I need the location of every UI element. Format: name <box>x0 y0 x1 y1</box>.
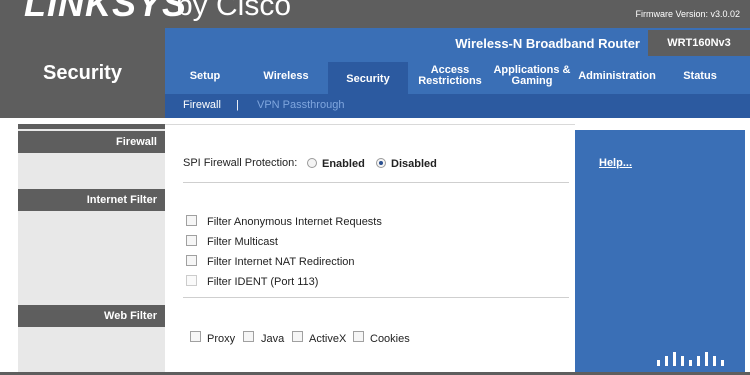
tab-security[interactable]: Security <box>328 62 408 96</box>
tab-setup[interactable]: Setup <box>172 58 238 94</box>
divider <box>183 297 569 298</box>
spi-firewall-label: SPI Firewall Protection: <box>183 157 298 169</box>
filter-anonymous-label: Filter Anonymous Internet Requests <box>207 216 382 228</box>
header-bar: LINKSYS by Cisco Firmware Version: v3.0.… <box>0 0 750 28</box>
web-filter-activex-label: ActiveX <box>309 333 347 345</box>
filter-ident-label: Filter IDENT (Port 113) <box>207 276 319 288</box>
web-filter-java-checkbox[interactable] <box>243 331 254 342</box>
linksys-logo: LINKSYS <box>24 0 188 24</box>
content-top-border <box>165 124 575 125</box>
product-name: Wireless-N Broadband Router <box>455 36 640 51</box>
model-number: WRT160Nv3 <box>648 30 750 56</box>
spi-disabled-label[interactable]: Disabled <box>391 158 437 170</box>
help-link[interactable]: Help... <box>599 157 632 169</box>
web-filter-proxy-checkbox[interactable] <box>190 331 201 342</box>
web-filter-proxy-label: Proxy <box>207 333 236 345</box>
tab-administration[interactable]: Administration <box>576 58 658 94</box>
filter-multicast-label: Filter Multicast <box>207 236 278 248</box>
web-filter-cookies-checkbox[interactable] <box>353 331 364 342</box>
subtab-vpn-passthrough[interactable]: VPN Passthrough <box>257 99 344 111</box>
section-firewall-label: Firewall <box>18 131 165 153</box>
cisco-logo-icon <box>657 352 724 366</box>
web-filter-activex-checkbox[interactable] <box>292 331 303 342</box>
tab-access-restrictions[interactable]: Access Restrictions <box>412 58 488 94</box>
subtab-separator: | <box>236 99 239 111</box>
subtab-row <box>165 94 750 118</box>
tab-applications-gaming[interactable]: Applications & Gaming <box>490 58 574 94</box>
web-filter-cookies-label: Cookies <box>370 333 410 345</box>
section-internet-filter-label: Internet Filter <box>18 189 165 211</box>
web-filter-java-label: Java <box>261 333 285 345</box>
page-title: Security <box>43 62 122 84</box>
section-label-column <box>18 129 165 375</box>
spi-enabled-label[interactable]: Enabled <box>322 158 365 170</box>
firmware-version: Firmware Version: v3.0.02 <box>635 9 740 19</box>
filter-nat-redirection-label: Filter Internet NAT Redirection <box>207 256 355 268</box>
divider <box>183 182 569 183</box>
filter-nat-redirection-checkbox[interactable] <box>186 255 197 266</box>
spi-disabled-radio[interactable] <box>376 158 386 168</box>
spi-enabled-radio[interactable] <box>307 158 317 168</box>
filter-anonymous-checkbox[interactable] <box>186 215 197 226</box>
subtab-firewall[interactable]: Firewall <box>183 99 221 111</box>
filter-ident-checkbox[interactable] <box>186 275 197 286</box>
tab-wireless[interactable]: Wireless <box>248 58 324 94</box>
section-web-filter-label: Web Filter <box>18 305 165 327</box>
tab-status[interactable]: Status <box>668 58 732 94</box>
filter-multicast-checkbox[interactable] <box>186 235 197 246</box>
by-cisco-text: by Cisco <box>176 0 292 22</box>
